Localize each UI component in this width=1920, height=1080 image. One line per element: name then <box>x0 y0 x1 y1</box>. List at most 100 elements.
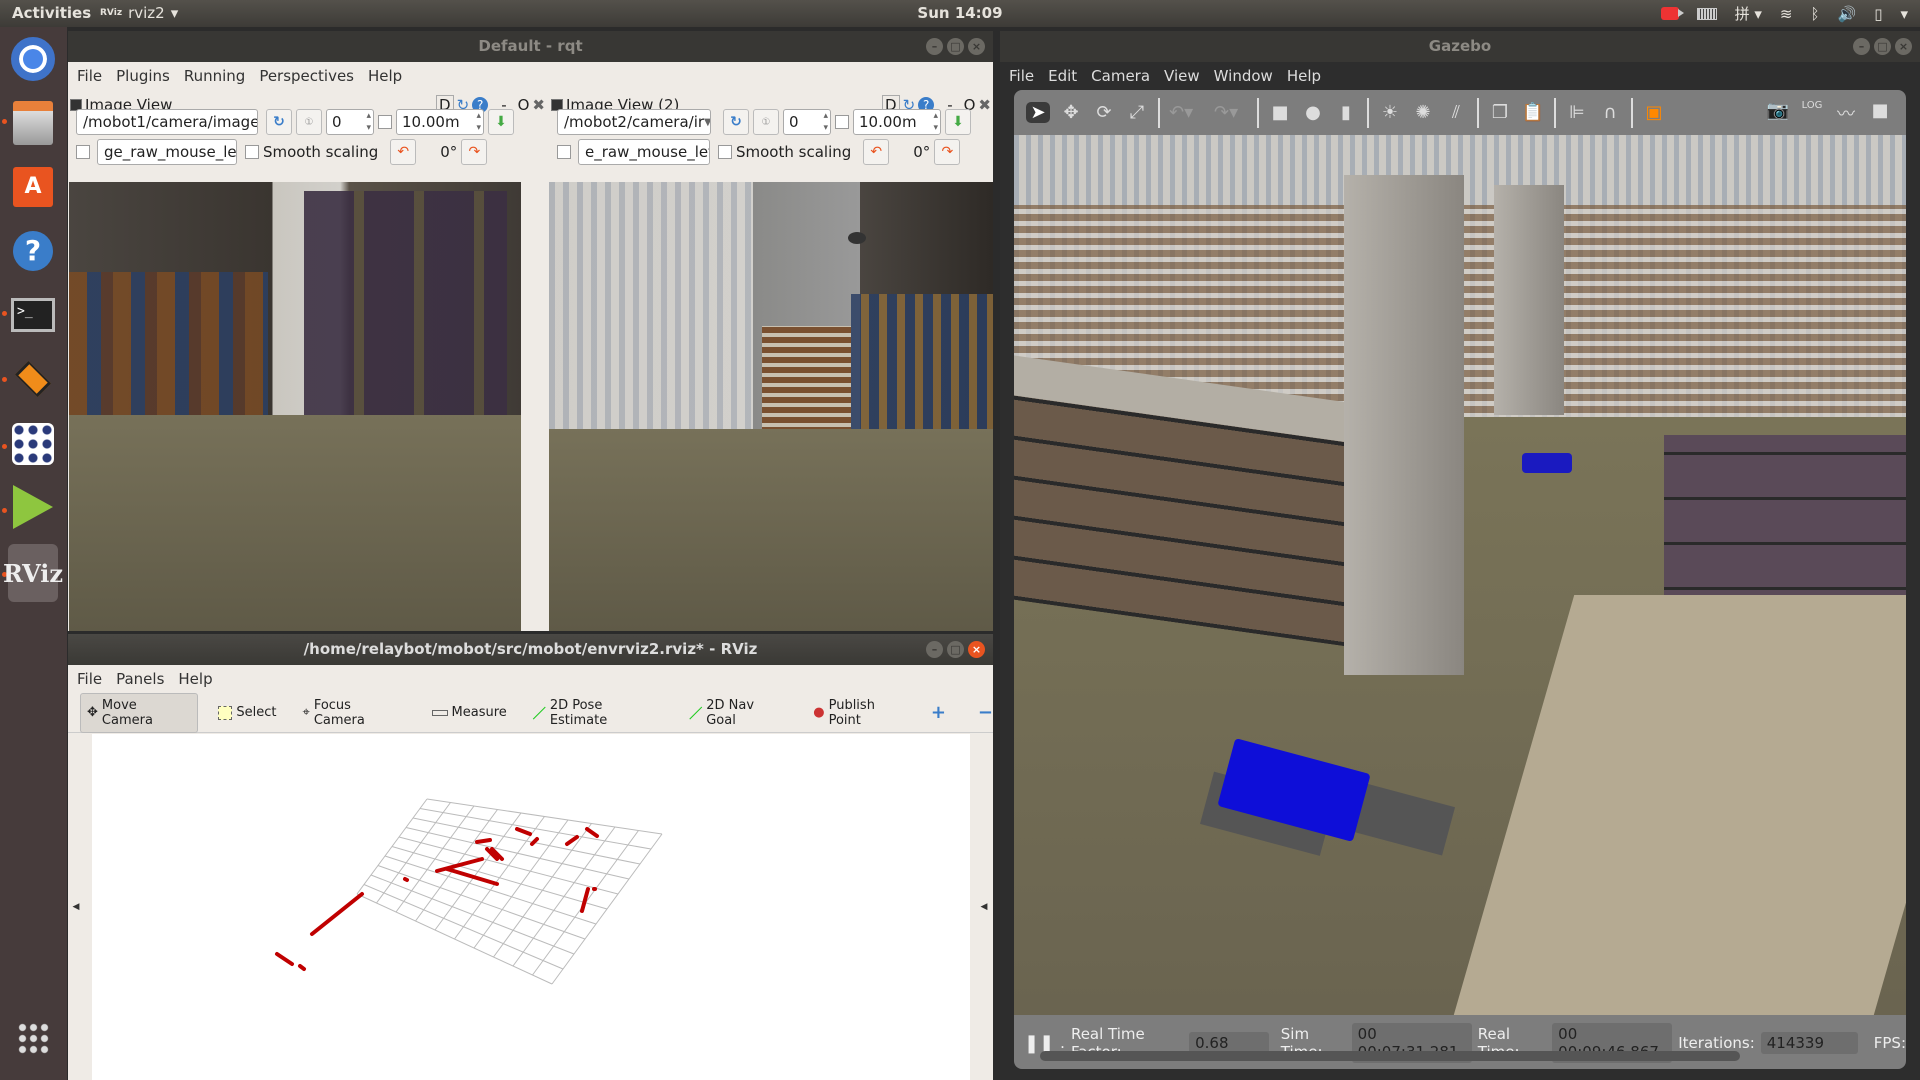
bluetooth-icon[interactable]: ᛒ <box>1811 5 1820 23</box>
tool-select[interactable]: Select <box>212 701 282 724</box>
align-icon[interactable]: ⊫ <box>1565 102 1589 123</box>
menu-help[interactable]: Help <box>178 670 212 688</box>
plot-icon[interactable]: 〰 <box>1834 100 1858 126</box>
rviz-3d-view[interactable] <box>92 734 970 1080</box>
wifi-icon[interactable]: ≋ <box>1780 5 1793 23</box>
smooth-spinbox[interactable]: 0 <box>326 109 374 135</box>
menu-running[interactable]: Running <box>184 67 245 85</box>
system-menu-chevron-icon[interactable]: ▾ <box>1900 5 1908 23</box>
smooth-spinbox[interactable]: 0 <box>783 109 831 135</box>
translate-mode-icon[interactable]: ✥ <box>1059 102 1083 123</box>
close-button[interactable]: × <box>968 641 985 658</box>
left-panel-toggle[interactable]: ◀ <box>70 734 82 1080</box>
zoom-1-button[interactable]: ① <box>753 109 779 135</box>
mouse-topic-input[interactable]: ge_raw_mouse_left <box>97 139 237 165</box>
record-icon[interactable] <box>1660 7 1684 20</box>
show-apps-button[interactable] <box>17 1022 49 1054</box>
box-icon[interactable]: ■ <box>1268 102 1292 123</box>
rotate-mode-icon[interactable]: ⟳ <box>1092 102 1116 123</box>
minimize-button[interactable]: – <box>1853 38 1870 55</box>
scale-mode-icon[interactable]: ⤢ <box>1125 102 1149 123</box>
max-range-spinbox[interactable]: 10.00m <box>396 109 484 135</box>
input-method-icon[interactable]: 拼 ▾ <box>1735 3 1762 24</box>
save-image-button[interactable]: ⬇ <box>488 109 514 135</box>
maximize-button[interactable]: □ <box>947 641 964 658</box>
refresh-topics-button[interactable]: ↻ <box>723 109 749 135</box>
dock-files[interactable] <box>8 98 58 148</box>
publish-click-checkbox[interactable] <box>76 145 90 159</box>
publish-click-checkbox[interactable] <box>557 145 571 159</box>
smooth-scaling-checkbox[interactable] <box>245 145 259 159</box>
maximize-button[interactable]: □ <box>1874 38 1891 55</box>
float-plugin-button[interactable]: O <box>518 96 530 114</box>
remove-tool-button[interactable]: − <box>978 702 993 723</box>
horizontal-scrollbar[interactable] <box>1040 1051 1740 1061</box>
close-plugin-button[interactable]: ✖ <box>978 96 991 114</box>
rotate-right-button[interactable]: ↷ <box>934 139 961 165</box>
minimize-button[interactable]: – <box>926 641 943 658</box>
snap-icon[interactable]: ∩ <box>1598 102 1622 123</box>
gazebo-titlebar[interactable]: Gazebo – □ × <box>1000 31 1920 62</box>
dock-rviz[interactable]: RViz <box>3 544 63 602</box>
rqt-titlebar[interactable]: Default - rqt – □ × <box>68 31 993 62</box>
activities-button[interactable]: Activities <box>12 4 91 22</box>
app-menu[interactable]: RViz rviz2 ▾ <box>100 4 178 22</box>
point-light-icon[interactable]: ☀ <box>1378 102 1402 123</box>
close-button[interactable]: × <box>1895 38 1912 55</box>
menu-view[interactable]: View <box>1164 67 1200 85</box>
close-button[interactable]: × <box>968 38 985 55</box>
tool-focus-camera[interactable]: ⌖ Focus Camera <box>296 694 411 732</box>
mouse-topic-input[interactable]: e_raw_mouse_left <box>578 139 710 165</box>
smooth-scaling-checkbox[interactable] <box>718 145 732 159</box>
menu-file[interactable]: File <box>77 670 102 688</box>
maximize-button[interactable]: □ <box>947 38 964 55</box>
copy-icon[interactable]: ❐ <box>1488 102 1512 123</box>
menu-window[interactable]: Window <box>1214 67 1273 85</box>
clock[interactable]: Sun 14:09 <box>917 4 1002 22</box>
camera-image-1[interactable] <box>69 182 521 631</box>
dock-play[interactable] <box>8 482 58 532</box>
menu-file[interactable]: File <box>77 67 102 85</box>
dock-help[interactable]: ? <box>8 226 58 276</box>
log-icon[interactable]: LOG <box>1800 100 1824 126</box>
dock-chromium[interactable] <box>8 34 58 84</box>
menu-help[interactable]: Help <box>1287 67 1321 85</box>
add-tool-button[interactable]: + <box>931 702 946 723</box>
dynamic-range-checkbox[interactable] <box>378 115 392 129</box>
spot-light-icon[interactable]: ✺ <box>1411 102 1435 123</box>
directional-light-icon[interactable]: ⫽ <box>1444 102 1468 123</box>
screenshot-icon[interactable]: 📷 <box>1766 100 1790 126</box>
tool-2d-pose-estimate[interactable]: ／ 2D Pose Estimate <box>527 694 669 732</box>
max-range-spinbox[interactable]: 10.00m <box>853 109 941 135</box>
menu-edit[interactable]: Edit <box>1048 67 1077 85</box>
sphere-icon[interactable]: ● <box>1301 102 1325 123</box>
camera-image-2[interactable] <box>549 182 993 631</box>
tool-move-camera[interactable]: ✥ Move Camera <box>80 692 199 733</box>
tool-measure[interactable]: Measure <box>426 701 513 724</box>
rotate-right-button[interactable]: ↷ <box>461 139 488 165</box>
redo-icon[interactable]: ↷▾ <box>1214 102 1238 123</box>
tool-publish-point[interactable]: ● Publish Point <box>807 694 917 732</box>
dynamic-range-checkbox[interactable] <box>835 115 849 129</box>
dock-terminal[interactable]: >_ <box>8 290 58 340</box>
topic-select[interactable]: /mobot1/camera/image▼ <box>76 109 258 135</box>
menu-file[interactable]: File <box>1009 67 1034 85</box>
rviz-titlebar[interactable]: /home/relaybot/mobot/src/mobot/envrviz2.… <box>68 634 993 665</box>
cylinder-icon[interactable]: ▮ <box>1334 102 1358 123</box>
tool-2d-nav-goal[interactable]: ／ 2D Nav Goal <box>683 694 793 732</box>
rotate-left-button[interactable]: ↶ <box>863 139 890 165</box>
dock-rqt[interactable] <box>8 419 58 469</box>
menu-panels[interactable]: Panels <box>116 670 164 688</box>
rotate-left-button[interactable]: ↶ <box>390 139 417 165</box>
right-panel-toggle[interactable]: ◀ <box>978 734 990 1080</box>
keyboard-icon[interactable] <box>1696 7 1717 20</box>
dock-gazebo[interactable] <box>8 354 58 404</box>
refresh-topics-button[interactable]: ↻ <box>266 109 292 135</box>
paste-icon[interactable]: 📋 <box>1521 102 1545 123</box>
video-record-icon[interactable]: ■ <box>1868 100 1892 126</box>
view-angle-icon[interactable]: ▣ <box>1642 102 1666 123</box>
gazebo-3d-view[interactable] <box>1014 135 1906 1015</box>
minimize-button[interactable]: – <box>926 38 943 55</box>
robot-mobot2[interactable] <box>1522 453 1572 473</box>
save-image-button[interactable]: ⬇ <box>945 109 971 135</box>
